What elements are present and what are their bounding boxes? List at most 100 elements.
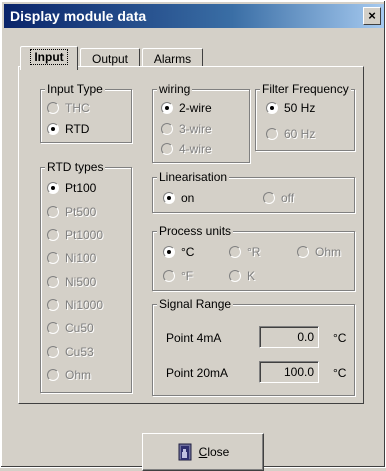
input-tab-panel: Input Type THC RTD RTD types Pt100 Pt500 (18, 66, 364, 404)
signal-range-legend: Signal Range (157, 296, 234, 312)
radio-label: on (181, 191, 195, 205)
wiring-legend: wiring (157, 81, 193, 97)
radio-label: 2-wire (179, 101, 212, 115)
radio-dot (47, 229, 59, 241)
tab-input-label: Input (30, 49, 68, 65)
radio-wiring-4wire[interactable]: 4-wire (161, 141, 212, 157)
point-4ma-unit: °C (333, 331, 347, 345)
filter-frequency-legend: Filter Frequency (260, 81, 351, 97)
radio-dot (163, 192, 175, 204)
radio-wiring-3wire[interactable]: 3-wire (161, 121, 212, 137)
radio-rtd-cu50[interactable]: Cu50 (47, 320, 94, 336)
radio-dot (229, 270, 241, 282)
radio-rtd-ohm[interactable]: Ohm (47, 367, 91, 383)
close-button-label: Close (199, 445, 230, 459)
radio-label: Ni1000 (65, 298, 104, 312)
radio-label: °C (181, 245, 195, 259)
radio-unit-celsius[interactable]: °C (163, 244, 194, 260)
radio-label: 60 Hz (284, 127, 316, 141)
radio-label: RTD (65, 122, 90, 136)
radio-dot (161, 102, 173, 114)
radio-rtd-ni100[interactable]: Ni100 (47, 250, 96, 266)
radio-dot (163, 246, 175, 258)
radio-dot (47, 182, 59, 194)
radio-label: Cu53 (65, 345, 94, 359)
radio-dot (47, 252, 59, 264)
input-type-legend: Input Type (45, 81, 105, 97)
radio-rtd-ni1000[interactable]: Ni1000 (47, 297, 103, 313)
wiring-group: wiring 2-wire 3-wire 4-wire (152, 81, 250, 163)
radio-label: Pt100 (65, 181, 97, 195)
point-4ma-label: Point 4mA (166, 331, 222, 345)
filter-frequency-group: Filter Frequency 50 Hz 60 Hz (255, 81, 355, 151)
radio-dot (47, 276, 59, 288)
linearisation-legend: Linearisation (157, 169, 230, 185)
rtd-types-legend: RTD types (45, 159, 106, 175)
tab-input[interactable]: Input (20, 46, 78, 70)
radio-dot (47, 369, 59, 381)
radio-label: Ohm (65, 368, 92, 382)
radio-dot (161, 123, 173, 135)
radio-label: THC (65, 101, 90, 115)
radio-label: Ni100 (65, 251, 97, 265)
input-type-group: Input Type THC RTD (40, 81, 132, 143)
radio-rtd-cu53[interactable]: Cu53 (47, 344, 94, 360)
radio-dot (229, 246, 241, 258)
title-bar[interactable]: Display module data × (4, 4, 384, 28)
close-button[interactable]: Close (142, 433, 264, 471)
radio-rtd-ni500[interactable]: Ni500 (47, 274, 96, 290)
radio-filter-60hz[interactable]: 60 Hz (266, 126, 315, 142)
signal-range-group: Signal Range Point 4mA 0.0 °C Point 20mA… (152, 296, 355, 396)
radio-dot (47, 102, 59, 114)
radio-rtd-pt500[interactable]: Pt500 (47, 204, 96, 220)
radio-label: Cu50 (65, 321, 94, 335)
radio-input-rtd[interactable]: RTD (47, 121, 89, 137)
point-20ma-label: Point 20mA (166, 366, 229, 380)
radio-label: Ohm (315, 245, 342, 259)
window-close-icon[interactable]: × (363, 7, 381, 25)
radio-label: 3-wire (179, 122, 212, 136)
point-4ma-field[interactable]: 0.0 (259, 326, 319, 348)
process-units-group: Process units °C °R Ohm °F K (152, 223, 355, 291)
radio-label: Pt500 (65, 205, 97, 219)
radio-dot (161, 143, 173, 155)
radio-dot (47, 299, 59, 311)
radio-label: °F (181, 269, 194, 283)
exit-door-icon (178, 443, 192, 461)
close-button-label-rest: lose (207, 445, 230, 459)
tab-output-label: Output (91, 52, 129, 66)
radio-filter-50hz[interactable]: 50 Hz (266, 100, 315, 116)
radio-label: 50 Hz (284, 101, 316, 115)
radio-linearisation-off[interactable]: off (263, 190, 294, 206)
radio-dot (263, 192, 275, 204)
dialog-window: Display module data × Input Output Alarm… (0, 0, 386, 471)
process-units-legend: Process units (157, 223, 234, 239)
radio-dot (47, 322, 59, 334)
radio-label: 4-wire (179, 142, 212, 156)
radio-label: °R (247, 245, 261, 259)
window-title: Display module data (10, 8, 147, 24)
radio-dot (47, 123, 59, 135)
radio-wiring-2wire[interactable]: 2-wire (161, 100, 212, 116)
radio-rtd-pt1000[interactable]: Pt1000 (47, 227, 103, 243)
radio-dot (47, 346, 59, 358)
radio-unit-kelvin[interactable]: K (229, 268, 255, 284)
radio-unit-fahrenheit[interactable]: °F (163, 268, 193, 284)
radio-rtd-pt100[interactable]: Pt100 (47, 180, 96, 196)
radio-label: Ni500 (65, 275, 97, 289)
point-20ma-field[interactable]: 100.0 (259, 361, 319, 383)
tab-alarms-label: Alarms (153, 52, 192, 66)
radio-label: Pt1000 (65, 228, 104, 242)
radio-unit-ohm[interactable]: Ohm (297, 244, 341, 260)
radio-dot (163, 270, 175, 282)
linearisation-group: Linearisation on off (152, 169, 355, 213)
radio-dot (266, 128, 278, 140)
radio-dot (266, 102, 278, 114)
radio-dot (297, 246, 309, 258)
radio-unit-rankine[interactable]: °R (229, 244, 260, 260)
radio-input-thc[interactable]: THC (47, 100, 90, 116)
radio-linearisation-on[interactable]: on (163, 190, 194, 206)
radio-label: K (247, 269, 256, 283)
rtd-types-group: RTD types Pt100 Pt500 Pt1000 Ni100 Ni500 (40, 159, 132, 393)
radio-dot (47, 206, 59, 218)
